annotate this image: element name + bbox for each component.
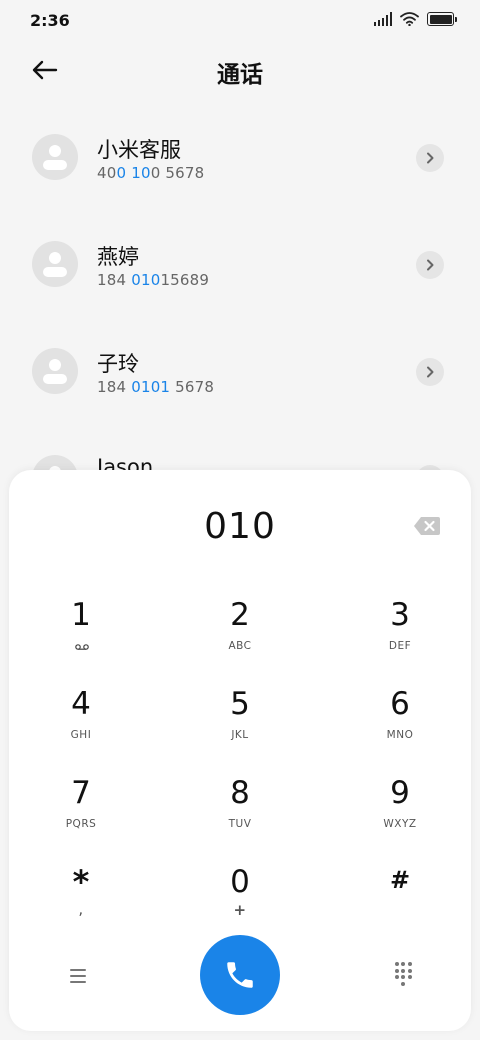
status-icons <box>374 12 457 26</box>
contact-row[interactable]: 子玲 184 0101 5678 <box>0 318 480 425</box>
key-0[interactable]: 0 + <box>170 852 310 932</box>
chevron-right-icon <box>427 152 434 164</box>
contact-row[interactable]: 小米客服 400 100 5678 <box>0 104 480 211</box>
key-1[interactable]: 1 <box>11 585 151 665</box>
key-5[interactable]: 5 JKL <box>170 674 310 754</box>
signal-icon <box>374 12 392 26</box>
avatar <box>32 241 78 287</box>
key-hash[interactable]: # <box>330 852 470 932</box>
match-highlight: 010 <box>131 271 161 289</box>
phone-icon <box>227 962 253 988</box>
chevron-right-icon <box>427 366 434 378</box>
avatar <box>32 134 78 180</box>
menu-button[interactable] <box>67 966 91 986</box>
page-title: 通话 <box>217 62 263 88</box>
contact-row[interactable]: 燕婷 184 01015689 <box>0 211 480 318</box>
key-7[interactable]: 7 PQRS <box>11 763 151 843</box>
header: 通话 <box>0 40 480 100</box>
contact-name: 子玲 <box>97 352 139 376</box>
contact-number: 400 100 5678 <box>97 164 205 182</box>
dialer-panel: 010 1 2 ABC 3 DEF 4 GHI 5 JKL 6 MNO 7 PQ… <box>9 470 471 1031</box>
contact-name: 燕婷 <box>97 245 139 269</box>
status-bar: 2:36 <box>0 0 480 40</box>
contact-detail-button[interactable] <box>416 251 444 279</box>
contact-number: 184 0101 5678 <box>97 378 215 396</box>
key-4[interactable]: 4 GHI <box>11 674 151 754</box>
key-9[interactable]: 9 WXYZ <box>330 763 470 843</box>
dialed-number: 010 <box>204 506 276 547</box>
avatar <box>32 348 78 394</box>
contact-detail-button[interactable] <box>416 144 444 172</box>
key-2[interactable]: 2 ABC <box>170 585 310 665</box>
phone-screen: 2:36 通话 小米客服 400 100 5678 燕婷 184 0101568… <box>0 0 480 1040</box>
key-3[interactable]: 3 DEF <box>330 585 470 665</box>
contact-number: 184 01015689 <box>97 271 210 289</box>
call-button[interactable] <box>200 935 280 1015</box>
battery-icon <box>427 12 457 26</box>
key-6[interactable]: 6 MNO <box>330 674 470 754</box>
match-highlight: 0101 <box>131 378 171 396</box>
key-star[interactable]: * , <box>11 852 151 932</box>
backspace-button[interactable] <box>413 516 441 536</box>
contact-name: 小米客服 <box>97 138 181 162</box>
contact-detail-button[interactable] <box>416 358 444 386</box>
backspace-icon <box>414 517 440 535</box>
key-8[interactable]: 8 TUV <box>170 763 310 843</box>
match-highlight: 0 10 <box>116 164 151 182</box>
chevron-right-icon <box>427 259 434 271</box>
dialpad-toggle-button[interactable] <box>393 962 413 986</box>
wifi-icon <box>400 12 419 26</box>
voicemail-icon <box>75 644 89 650</box>
status-time: 2:36 <box>30 11 70 30</box>
contact-list: 小米客服 400 100 5678 燕婷 184 01015689 子玲 184… <box>0 104 480 532</box>
